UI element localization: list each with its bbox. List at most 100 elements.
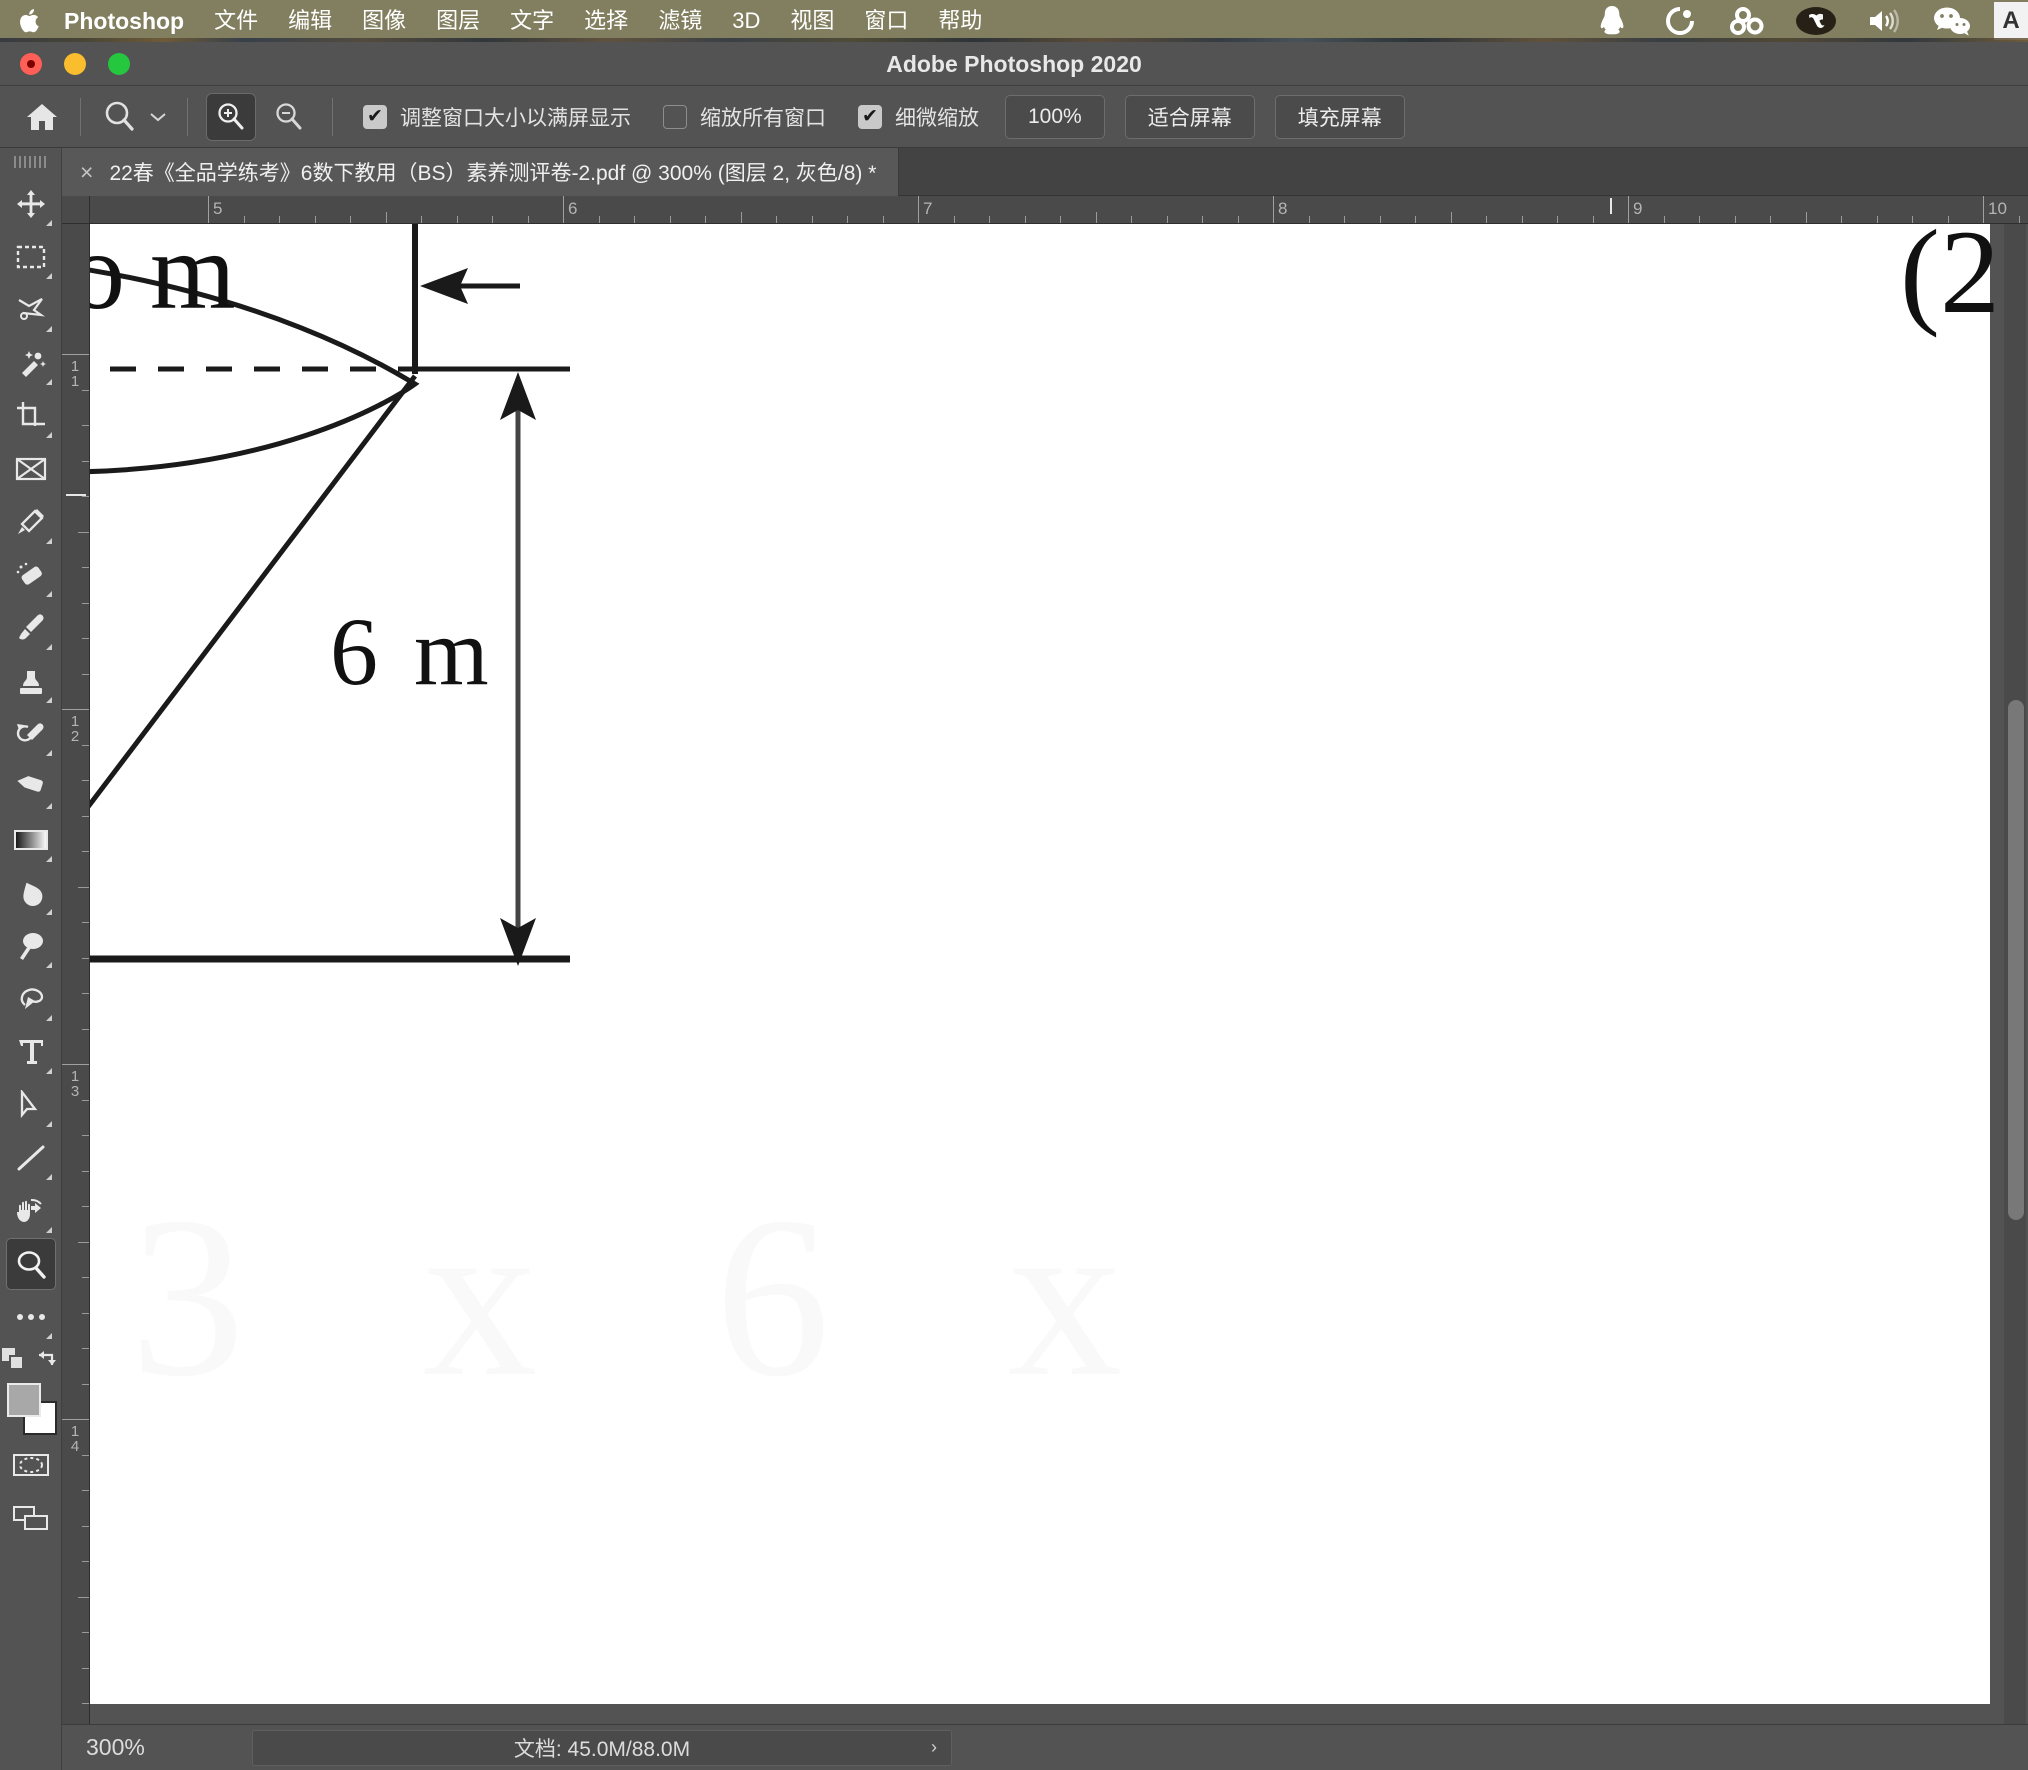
- color-swatches[interactable]: [5, 1381, 57, 1439]
- vertical-ruler[interactable]: 11 12 13 14: [62, 224, 90, 1724]
- vertical-scrollbar[interactable]: [2004, 224, 2026, 1724]
- menu-3d[interactable]: 3D: [717, 2, 775, 40]
- vertical-scrollbar-thumb[interactable]: [2008, 700, 2024, 1220]
- ruler-guide-marker[interactable]: [1610, 198, 1612, 214]
- lasso-tool[interactable]: [6, 284, 56, 336]
- apple-logo-icon[interactable]: [18, 6, 44, 36]
- horizontal-ruler[interactable]: 5 6 7 8 9 10: [90, 196, 2028, 224]
- swap-colors-icon[interactable]: [36, 1348, 60, 1375]
- menu-image[interactable]: 图像: [347, 2, 421, 40]
- volume-speaker-icon[interactable]: [1862, 2, 1906, 40]
- shape-tool[interactable]: [6, 1132, 56, 1184]
- input-method-indicator[interactable]: A: [1994, 2, 2028, 40]
- zoom-level-readout[interactable]: 300%: [62, 1734, 252, 1761]
- menu-type[interactable]: 文字: [495, 2, 569, 40]
- quick-mask-toggle[interactable]: [6, 1439, 56, 1491]
- healing-brush-tool[interactable]: [6, 549, 56, 601]
- menu-file[interactable]: 文件: [199, 2, 273, 40]
- frame-tool[interactable]: [6, 443, 56, 495]
- ruler-minor-tick: [78, 1241, 89, 1243]
- chevron-right-icon[interactable]: ›: [931, 1737, 937, 1758]
- type-tool[interactable]: [6, 1026, 56, 1078]
- zoom-all-windows[interactable]: 缩放所有窗口: [663, 102, 826, 132]
- marquee-tool[interactable]: [6, 231, 56, 283]
- tool-expand-corner: [45, 803, 52, 809]
- gradient-tool[interactable]: [6, 814, 56, 866]
- ruler-minor-tick: [989, 216, 990, 223]
- scrubby-zoom-checkbox[interactable]: [858, 104, 882, 129]
- ruler-major-tick: [1273, 196, 1274, 223]
- more-tools[interactable]: [6, 1291, 56, 1343]
- ruler-minor-tick: [1237, 216, 1239, 223]
- actual-pixels-button[interactable]: 100%: [1005, 94, 1105, 139]
- default-colors-icon[interactable]: [1, 1348, 24, 1375]
- wechat-icon[interactable]: [1930, 2, 1974, 40]
- tool-expand-corner: [45, 750, 52, 756]
- zoom-in-icon[interactable]: [206, 92, 256, 141]
- document-tab[interactable]: × 22春《全品学练考》6数下教用（BS）素养测评卷-2.pdf @ 300% …: [62, 148, 900, 196]
- pen-tool[interactable]: [6, 973, 56, 1025]
- ruler-minor-tick: [82, 1277, 89, 1278]
- menu-filter[interactable]: 滤镜: [643, 2, 717, 40]
- resize-windows-to-fit[interactable]: 调整窗口大小以满屏显示: [363, 102, 631, 132]
- menu-help[interactable]: 帮助: [923, 2, 997, 40]
- document-info-text: 文档: 45.0M/88.0M: [513, 1737, 691, 1761]
- ruler-minor-tick: [82, 815, 89, 817]
- menu-edit[interactable]: 编辑: [273, 2, 347, 40]
- ruler-minor-tick: [82, 567, 89, 568]
- dodge-tool[interactable]: [6, 920, 56, 972]
- ruler-minor-tick: [953, 216, 955, 223]
- menu-layer[interactable]: 图层: [421, 2, 495, 40]
- clone-stamp-tool[interactable]: [6, 655, 56, 707]
- fit-screen-button[interactable]: 适合屏幕: [1124, 94, 1255, 139]
- ruler-minor-tick: [1841, 216, 1842, 223]
- menu-view[interactable]: 视图: [775, 2, 849, 40]
- zoom-all-windows-checkbox[interactable]: [663, 104, 687, 129]
- tools-panel: [0, 148, 62, 1770]
- foreground-color-swatch[interactable]: [6, 1383, 41, 1417]
- hand-tool[interactable]: [6, 1185, 56, 1237]
- eyedropper-tool[interactable]: [6, 496, 56, 548]
- resize-windows-label: 调整窗口大小以满屏显示: [400, 106, 631, 130]
- home-icon[interactable]: [18, 95, 66, 139]
- ruler-guide-marker[interactable]: [66, 494, 86, 496]
- zoom-tool[interactable]: [5, 1238, 56, 1290]
- minimize-button[interactable]: [64, 52, 86, 75]
- circle-ring-icon[interactable]: [1658, 2, 1702, 40]
- menu-select[interactable]: 选择: [569, 2, 643, 40]
- menu-photoshop[interactable]: Photoshop: [60, 2, 199, 40]
- zoom-out-icon[interactable]: [264, 93, 314, 141]
- crop-tool[interactable]: [6, 390, 56, 442]
- ruler-major-tick: [62, 1419, 89, 1420]
- menu-window[interactable]: 窗口: [849, 2, 923, 40]
- blur-tool[interactable]: [6, 867, 56, 919]
- canvas-viewport[interactable]: m o 6 m (2 3 x 6 x: [90, 224, 2028, 1724]
- ruler-corner[interactable]: [62, 196, 90, 224]
- close-button[interactable]: [20, 52, 42, 75]
- resize-windows-checkbox[interactable]: [363, 104, 387, 129]
- document-info-readout[interactable]: 文档: 45.0M/88.0M ›: [252, 1729, 952, 1766]
- eraser-tool[interactable]: [6, 761, 56, 813]
- quick-selection-tool[interactable]: [6, 337, 56, 389]
- fill-screen-button[interactable]: 填充屏幕: [1274, 94, 1405, 139]
- scrubby-zoom[interactable]: 细微缩放: [858, 102, 979, 132]
- document-artboard[interactable]: m o 6 m (2 3 x 6 x: [90, 224, 2000, 1704]
- path-selection-tool[interactable]: [6, 1079, 56, 1131]
- bluetooth-rings-icon[interactable]: [1726, 2, 1770, 40]
- creative-cloud-icon[interactable]: [1794, 2, 1838, 40]
- brush-tool[interactable]: [6, 602, 56, 654]
- ruler-minor-tick: [1379, 216, 1381, 223]
- ruler-minor-tick: [385, 212, 387, 223]
- ruler-minor-tick: [1770, 216, 1771, 223]
- maximize-button[interactable]: [108, 52, 130, 75]
- screen-mode-toggle[interactable]: [6, 1492, 56, 1544]
- ruler-minor-tick: [1521, 216, 1523, 223]
- toolbar-grip[interactable]: [12, 154, 49, 170]
- tool-preset-picker[interactable]: [95, 98, 173, 136]
- move-tool[interactable]: [6, 178, 56, 230]
- history-brush-tool[interactable]: [6, 708, 56, 760]
- ruler-minor-tick: [82, 460, 89, 462]
- ruler-major-tick: [1983, 196, 1984, 223]
- qq-penguin-icon[interactable]: [1590, 2, 1634, 40]
- close-icon[interactable]: ×: [80, 160, 93, 184]
